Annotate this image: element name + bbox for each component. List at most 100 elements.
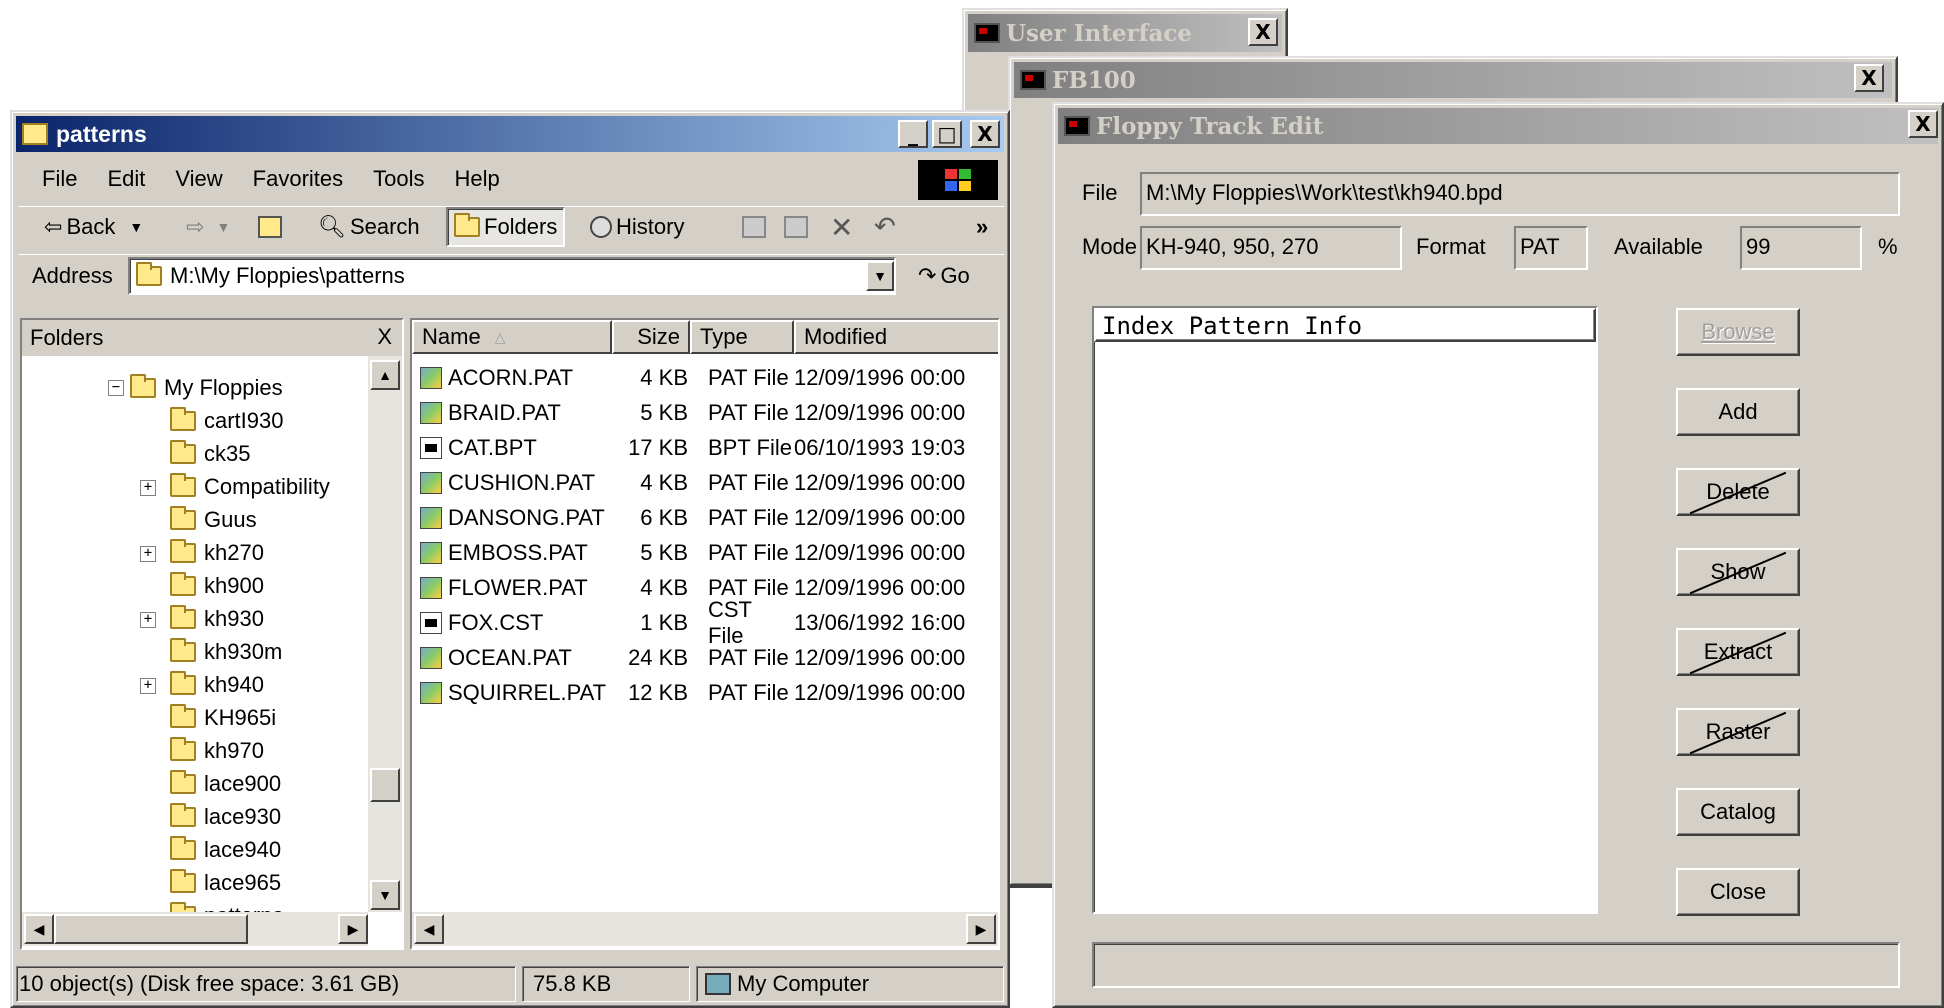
tree-item[interactable]: lace940 — [170, 835, 281, 865]
show-button[interactable]: Show — [1676, 548, 1800, 596]
close-button[interactable]: X — [1854, 64, 1884, 92]
tree-item[interactable]: lace930 — [170, 802, 281, 832]
tree-item[interactable]: kh970 — [170, 736, 264, 766]
scroll-thumb[interactable] — [54, 914, 248, 944]
file-row[interactable]: CUSHION.PAT 4 KB PAT File 12/09/1996 00:00 — [412, 465, 965, 500]
address-input[interactable]: M:\My Floppies\patterns — [128, 257, 896, 295]
up-folder-button[interactable] — [258, 207, 282, 247]
scroll-left-button[interactable]: ◀ — [24, 914, 54, 944]
close-button[interactable]: X — [1248, 18, 1278, 46]
add-button[interactable]: Add — [1676, 388, 1800, 436]
file-row[interactable]: BRAID.PAT 5 KB PAT File 12/09/1996 00:00 — [412, 395, 965, 430]
tree-item[interactable]: kh930m — [170, 637, 282, 667]
delete-button[interactable]: ✕ — [830, 207, 853, 247]
tree-item[interactable]: kh270 — [170, 538, 264, 568]
collapse-toggle[interactable]: − — [108, 380, 124, 396]
fb100-titlebar[interactable]: FB100 — [1014, 62, 1892, 98]
scroll-thumb[interactable] — [370, 768, 400, 802]
extract-button[interactable]: Extract — [1676, 628, 1800, 676]
tree-item[interactable]: kh940 — [170, 670, 264, 700]
column-header-modified[interactable]: Modified — [794, 320, 998, 354]
tree-item[interactable]: kh930 — [170, 604, 264, 634]
maximize-button[interactable]: □ — [932, 120, 962, 148]
tree-item[interactable]: KH965i — [170, 703, 276, 733]
scroll-right-button[interactable]: ▶ — [338, 914, 368, 944]
history-button[interactable]: History — [590, 207, 684, 247]
tree-item[interactable]: kh900 — [170, 571, 264, 601]
file-field[interactable]: M:\My Floppies\Work\test\kh940.bpd — [1140, 172, 1900, 216]
close-dialog-button[interactable]: Close — [1676, 868, 1800, 916]
toolbar-more-button[interactable]: » — [976, 207, 988, 247]
scroll-left-button[interactable]: ◀ — [414, 914, 444, 944]
tree-item[interactable]: Compatibility — [170, 472, 330, 502]
floppy-track-edit-window: Floppy Track Edit X File M:\My Floppies\… — [1052, 102, 1944, 1008]
catalog-button[interactable]: Catalog — [1676, 788, 1800, 836]
menu-tools[interactable]: Tools — [373, 166, 424, 192]
tree-item[interactable]: Guus — [170, 505, 257, 535]
file-size: 6 KB — [640, 504, 688, 530]
folders-button[interactable]: Folders — [446, 207, 566, 247]
mode-field[interactable]: KH-940, 950, 270 — [1140, 226, 1402, 270]
forward-button[interactable]: ⇨ ▼ — [186, 207, 230, 247]
folder-icon — [170, 869, 196, 893]
column-header-name[interactable]: Name △ — [412, 320, 612, 354]
menu-favorites[interactable]: Favorites — [253, 166, 343, 192]
file-row[interactable]: EMBOSS.PAT 5 KB PAT File 12/09/1996 00:00 — [412, 535, 965, 570]
folders-icon — [454, 213, 480, 237]
address-bar: Address M:\My Floppies\patterns ▼ ↷ Go — [18, 254, 1004, 296]
expand-toggle[interactable]: + — [140, 480, 156, 496]
move-to-button[interactable] — [742, 207, 766, 247]
tree-item[interactable]: lace965 — [170, 868, 281, 898]
menu-edit[interactable]: Edit — [107, 166, 145, 192]
tree-item-my-floppies[interactable]: My Floppies — [130, 373, 283, 403]
column-header-type[interactable]: Type — [690, 320, 794, 354]
pattern-list[interactable]: Index Pattern Info — [1092, 306, 1598, 914]
scroll-up-button[interactable]: ▲ — [370, 360, 400, 390]
address-dropdown-button[interactable]: ▼ — [866, 261, 894, 291]
files-horizontal-scrollbar[interactable] — [412, 912, 998, 946]
scroll-down-button[interactable]: ▼ — [370, 880, 400, 910]
search-button[interactable]: 🔍︎ Search — [318, 207, 420, 247]
folders-pane-close-button[interactable]: X — [377, 324, 392, 350]
available-field[interactable]: 99 — [1740, 226, 1862, 270]
back-button[interactable]: ⇦ Back ▼ — [44, 207, 143, 247]
browse-button[interactable]: Browse — [1676, 308, 1800, 356]
menu-help[interactable]: Help — [455, 166, 500, 192]
scroll-right-button[interactable]: ▶ — [966, 914, 996, 944]
file-row[interactable]: FOX.CST 1 KB CST File 13/06/1992 16:00 — [412, 597, 965, 648]
tree-item[interactable]: ck35 — [170, 439, 250, 469]
format-field[interactable]: PAT — [1514, 226, 1588, 270]
raster-button[interactable]: Raster — [1676, 708, 1800, 756]
expand-toggle[interactable]: + — [140, 612, 156, 628]
menu-view[interactable]: View — [175, 166, 222, 192]
file-modified: 12/09/1996 00:00 — [794, 469, 966, 495]
file-row[interactable]: ACORN.PAT 4 KB PAT File 12/09/1996 00:00 — [412, 360, 965, 395]
menu-file[interactable]: File — [42, 166, 77, 192]
undo-button[interactable]: ↶ — [874, 207, 896, 247]
tree-item-selected[interactable]: patterns — [170, 901, 284, 912]
delete-button[interactable]: Delete — [1676, 468, 1800, 516]
go-button[interactable]: ↷ Go — [918, 257, 970, 295]
expand-toggle[interactable]: + — [140, 546, 156, 562]
column-header-size[interactable]: Size — [612, 320, 690, 354]
user-interface-titlebar[interactable]: User Interface — [968, 14, 1282, 52]
tree-item[interactable]: lace900 — [170, 769, 281, 799]
minimize-button[interactable]: _ — [898, 120, 928, 148]
folder-icon — [170, 506, 196, 530]
history-icon — [590, 216, 612, 238]
file-row[interactable]: CAT.BPT 17 KB BPT File 06/10/1993 19:03 — [412, 430, 965, 465]
floppy-track-edit-titlebar[interactable]: Floppy Track Edit — [1058, 108, 1938, 144]
close-button[interactable]: X — [970, 120, 1000, 148]
folder-icon — [170, 704, 196, 728]
file-row[interactable]: SQUIRREL.PAT 12 KB PAT File 12/09/1996 00:0… — [412, 675, 965, 710]
file-row[interactable]: DANSONG.PAT 6 KB PAT File 12/09/1996 00:00 — [412, 500, 965, 535]
close-button[interactable]: X — [1908, 110, 1938, 138]
file-row[interactable]: OCEAN.PAT 24 KB PAT File 12/09/1996 00:00 — [412, 640, 965, 675]
pattern-file-icon — [420, 401, 442, 424]
tree-item-label: kh270 — [204, 540, 264, 565]
expand-toggle[interactable]: + — [140, 678, 156, 694]
explorer-titlebar[interactable]: patterns — [16, 116, 1004, 152]
copy-to-button[interactable] — [784, 207, 808, 247]
folders-vertical-scrollbar[interactable] — [368, 356, 402, 912]
tree-item[interactable]: cartI930 — [170, 406, 284, 436]
